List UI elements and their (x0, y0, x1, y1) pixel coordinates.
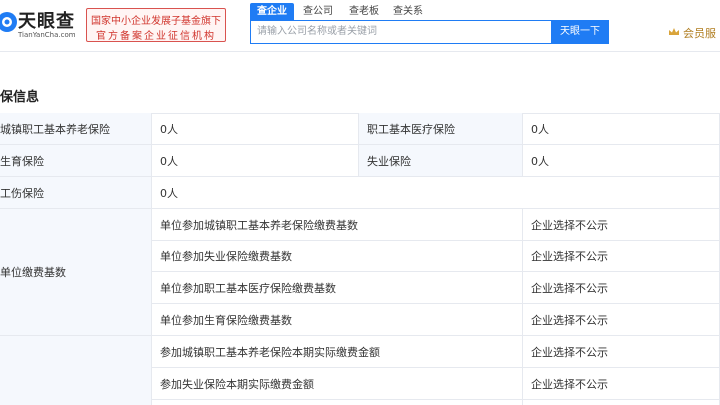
tab-search-company[interactable]: 查企业 (250, 3, 294, 21)
section-title: 保信息 (0, 90, 40, 105)
table-label-cell: 失业保险 (359, 145, 523, 177)
group1-item3-name: 单位参加职工基本医疗保险缴费基数 (160, 281, 336, 295)
row1-value1: 0人 (160, 122, 178, 136)
table-value-cell: 0人 (152, 145, 359, 177)
row3-value1: 0人 (160, 186, 178, 200)
vip-label: 会员服 (683, 27, 716, 40)
row1-label1: 城镇职工基本养老保险 (0, 122, 110, 136)
group1-item4-value: 企业选择不公示 (531, 313, 608, 327)
certification-badge: 国家中小企业发展子基金旗下 官方备案企业征信机构 (86, 8, 226, 42)
social-insurance-table: 城镇职工基本养老保险 0人 职工基本医疗保险 0人 生育保险 0人 失业保险 0… (0, 113, 720, 405)
logo[interactable]: 天眼查 TianYanCha.com (0, 6, 82, 42)
table-item-name-cell: 单位参加城镇职工基本养老保险缴费基数 (152, 209, 523, 241)
group2-item1-value: 企业选择不公示 (531, 345, 608, 359)
table-item-name-cell: 参加失业保险本期实际缴费金额 (152, 368, 523, 400)
table-value-cell: 企业选择不公示 (523, 209, 720, 241)
logo-icon (0, 12, 17, 32)
table-value-cell: 0人 (523, 113, 720, 145)
table-value-cell: 0人 (152, 177, 720, 209)
table-label-cell: 职工基本医疗保险 (359, 113, 523, 145)
table-label-cell: 生育保险 (0, 145, 152, 177)
row2-value2: 0人 (531, 154, 549, 168)
table-item-name-cell: 单位参加生育保险缴费基数 (152, 304, 523, 336)
badge-line2: 官方备案企业征信机构 (96, 31, 216, 42)
row2-label1: 生育保险 (0, 154, 44, 168)
row3-label1: 工伤保险 (0, 186, 44, 200)
table-value-cell: 0人 (523, 145, 720, 177)
table-value-cell: 企业选择不公示 (523, 304, 720, 336)
tab-search-boss[interactable]: 查老板 (344, 3, 384, 21)
table-item-name-cell: 单位参加失业保险缴费基数 (152, 241, 523, 272)
group2-item2-name: 参加失业保险本期实际缴费金额 (160, 377, 314, 391)
table-item-name-cell: 单位参加职工基本医疗保险缴费基数 (152, 272, 523, 304)
row1-label2: 职工基本医疗保险 (367, 122, 455, 136)
group1-item2-value: 企业选择不公示 (531, 250, 608, 263)
search-button[interactable]: 天眼一下 (551, 19, 609, 44)
group1-item1-name: 单位参加城镇职工基本养老保险缴费基数 (160, 218, 358, 232)
table-group-label-cell (0, 336, 152, 405)
badge-line1: 国家中小企业发展子基金旗下 (91, 16, 221, 27)
table-value-cell (523, 400, 720, 405)
tab-search-relation[interactable]: 查关系 (388, 3, 428, 21)
table-label-cell: 城镇职工基本养老保险 (0, 113, 152, 145)
group2-item1-name: 参加城镇职工基本养老保险本期实际缴费金额 (160, 345, 380, 359)
group1-item1-value: 企业选择不公示 (531, 218, 608, 232)
row1-value2: 0人 (531, 122, 549, 136)
table-item-name-cell: 参加城镇职工基本养老保险本期实际缴费金额 (152, 336, 523, 368)
table-value-cell: 企业选择不公示 (523, 241, 720, 272)
search-box: 天眼一下 (250, 19, 609, 44)
group1-item3-value: 企业选择不公示 (531, 281, 608, 295)
crown-icon (669, 28, 679, 35)
group1-label: 单位缴费基数 (0, 266, 66, 279)
tab-search-firm[interactable]: 查公司 (298, 3, 338, 21)
group1-item4-name: 单位参加生育保险缴费基数 (160, 313, 292, 327)
table-item-name-cell (152, 400, 523, 405)
row2-value1: 0人 (160, 154, 178, 168)
search-input[interactable] (257, 21, 547, 42)
group1-item2-name: 单位参加失业保险缴费基数 (160, 250, 292, 263)
table-value-cell: 0人 (152, 113, 359, 145)
group2-item2-value: 企业选择不公示 (531, 377, 608, 391)
logo-text: 天眼查 (18, 11, 75, 32)
table-value-cell: 企业选择不公示 (523, 336, 720, 368)
logo-subtext: TianYanCha.com (18, 31, 76, 39)
table-value-cell: 企业选择不公示 (523, 368, 720, 400)
row2-label2: 失业保险 (367, 154, 411, 168)
top-header: 天眼查 TianYanCha.com 国家中小企业发展子基金旗下 官方备案企业征… (0, 0, 720, 52)
table-value-cell: 企业选择不公示 (523, 272, 720, 304)
table-group-label-cell: 单位缴费基数 (0, 209, 152, 336)
table-label-cell: 工伤保险 (0, 177, 152, 209)
